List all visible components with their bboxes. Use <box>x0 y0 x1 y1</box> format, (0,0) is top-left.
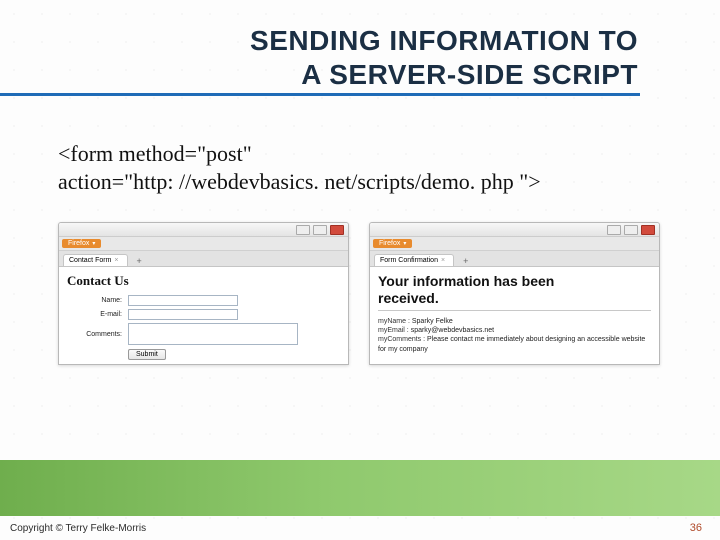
maximize-button[interactable] <box>313 225 327 235</box>
decorative-bar <box>0 460 720 516</box>
firefox-menu-button[interactable]: Firefox ▾ <box>62 239 101 248</box>
minimize-button[interactable] <box>296 225 310 235</box>
slide: SENDING INFORMATION TO A SERVER-SIDE SCR… <box>0 0 720 540</box>
page-number: 36 <box>690 522 702 534</box>
firefox-toolbar: Firefox ▾ <box>370 237 659 251</box>
tab-close-icon[interactable]: × <box>441 257 445 264</box>
window-titlebar <box>59 223 348 237</box>
new-tab-button[interactable]: + <box>458 256 473 266</box>
code-line-1: <form method="post" <box>58 140 660 168</box>
form-row-email: E-mail: <box>67 309 340 320</box>
firefox-toolbar: Firefox ▾ <box>59 237 348 251</box>
name-input[interactable] <box>128 295 238 306</box>
key-email: myEmail : <box>378 327 409 334</box>
title-underline <box>0 93 640 96</box>
label-comments: Comments: <box>67 331 122 338</box>
browser-tab[interactable]: Form Confirmation × <box>374 254 454 266</box>
caret-down-icon: ▾ <box>92 240 95 247</box>
tab-strip: Contact Form × + <box>59 251 348 267</box>
page-content-right: Your information has been received. myNa… <box>370 267 659 360</box>
firefox-menu-label: Firefox <box>68 240 89 247</box>
code-line-2: action="http: //webdevbasics. net/script… <box>58 168 660 196</box>
submit-row: Submit <box>67 349 340 358</box>
copyright-footer: Copyright © Terry Felke-Morris <box>10 523 146 534</box>
caret-down-icon: ▾ <box>403 240 406 247</box>
form-row-name: Name: <box>67 295 340 306</box>
confirm-heading-l2: received. <box>378 290 439 306</box>
email-input[interactable] <box>128 309 238 320</box>
close-button[interactable] <box>330 225 344 235</box>
tab-close-icon[interactable]: × <box>114 257 118 264</box>
key-name: myName : <box>378 318 410 325</box>
tab-title: Contact Form <box>69 257 111 264</box>
result-row-comments: myComments : Please contact me immediate… <box>378 335 651 354</box>
label-email: E-mail: <box>67 311 122 318</box>
label-name: Name: <box>67 297 122 304</box>
result-row-email: myEmail : sparky@webdevbasics.net <box>378 326 651 335</box>
title-line-1: SENDING INFORMATION TO <box>250 25 638 56</box>
page-heading: Contact Us <box>67 273 340 289</box>
browser-tab[interactable]: Contact Form × <box>63 254 128 266</box>
close-button[interactable] <box>641 225 655 235</box>
minimize-button[interactable] <box>607 225 621 235</box>
window-titlebar <box>370 223 659 237</box>
slide-title: SENDING INFORMATION TO A SERVER-SIDE SCR… <box>250 24 638 91</box>
submit-button[interactable]: Submit <box>128 349 166 360</box>
title-line-2: A SERVER-SIDE SCRIPT <box>301 59 638 90</box>
firefox-menu-button[interactable]: Firefox ▾ <box>373 239 412 248</box>
new-tab-button[interactable]: + <box>132 256 147 266</box>
result-row-name: myName : Sparky Felke <box>378 317 651 326</box>
maximize-button[interactable] <box>624 225 638 235</box>
code-snippet: <form method="post" action="http: //webd… <box>58 140 660 195</box>
comments-textarea[interactable] <box>128 323 298 345</box>
confirm-heading: Your information has been received. <box>378 273 651 307</box>
divider <box>378 310 651 311</box>
tab-title: Form Confirmation <box>380 257 438 264</box>
browser-window-left: Firefox ▾ Contact Form × + Contact Us Na… <box>58 222 349 365</box>
tab-strip: Form Confirmation × + <box>370 251 659 267</box>
form-row-comments: Comments: <box>67 323 340 345</box>
firefox-menu-label: Firefox <box>379 240 400 247</box>
browser-window-right: Firefox ▾ Form Confirmation × + Your inf… <box>369 222 660 365</box>
page-content-left: Contact Us Name: E-mail: Comments: Submi… <box>59 267 348 364</box>
screenshot-row: Firefox ▾ Contact Form × + Contact Us Na… <box>58 222 660 365</box>
result-list: myName : Sparky Felke myEmail : sparky@w… <box>378 317 651 355</box>
val-email: sparky@webdevbasics.net <box>411 327 494 334</box>
val-name: Sparky Felke <box>412 318 453 325</box>
confirm-heading-l1: Your information has been <box>378 273 554 289</box>
key-comments: myComments : <box>378 336 425 343</box>
